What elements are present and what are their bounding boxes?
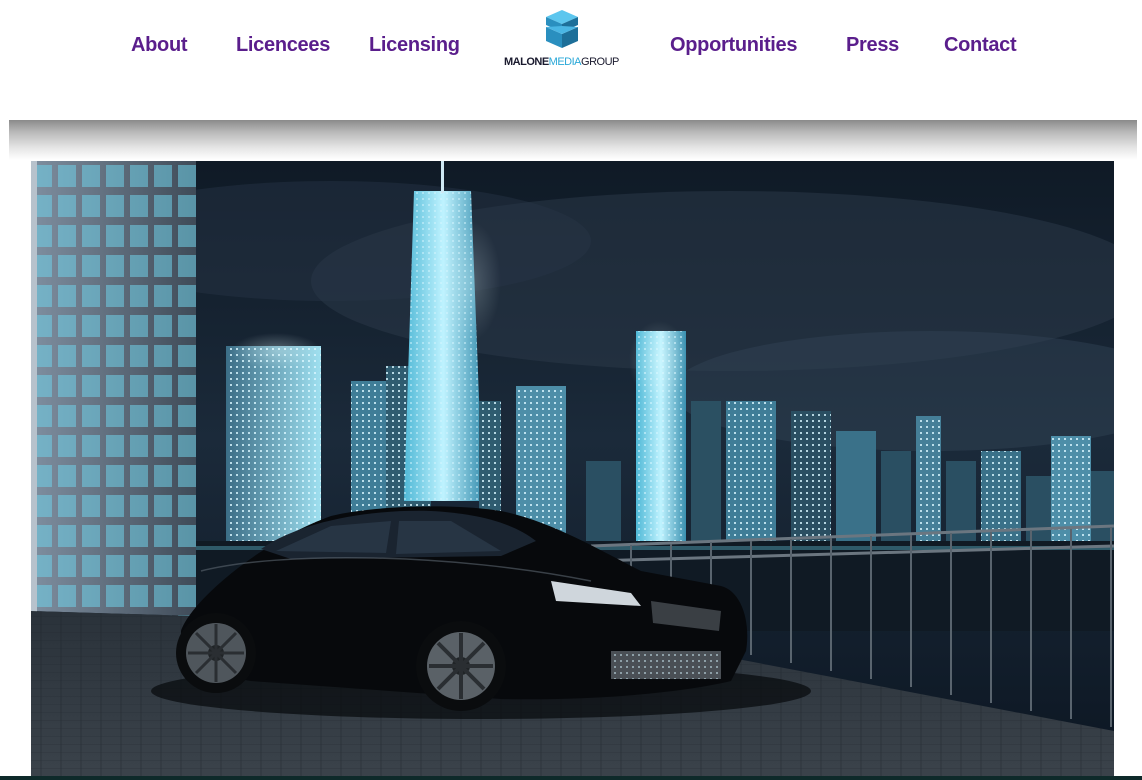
logo-wordmark: MALONEMEDIAGROUP — [504, 56, 619, 68]
nav-about[interactable]: About — [131, 30, 188, 60]
nav-licencees[interactable]: Licencees — [236, 30, 330, 60]
site-header: About Licencees Licensing MALONEMEDIAGRO… — [0, 0, 1142, 120]
page: About Licencees Licensing MALONEMEDIAGRO… — [0, 0, 1142, 780]
bottom-strip — [0, 776, 1142, 780]
nav-press[interactable]: Press — [846, 30, 899, 60]
nav-contact[interactable]: Contact — [944, 30, 1017, 60]
logo-link[interactable]: MALONEMEDIAGROUP — [500, 10, 624, 70]
nav-opportunities[interactable]: Opportunities — [670, 30, 798, 60]
car-city-night-photo — [31, 161, 1114, 780]
header-shadow — [9, 120, 1137, 160]
nav-licensing[interactable]: Licensing — [369, 30, 460, 60]
hero-image — [31, 161, 1114, 780]
stacked-cubes-icon — [546, 10, 578, 48]
